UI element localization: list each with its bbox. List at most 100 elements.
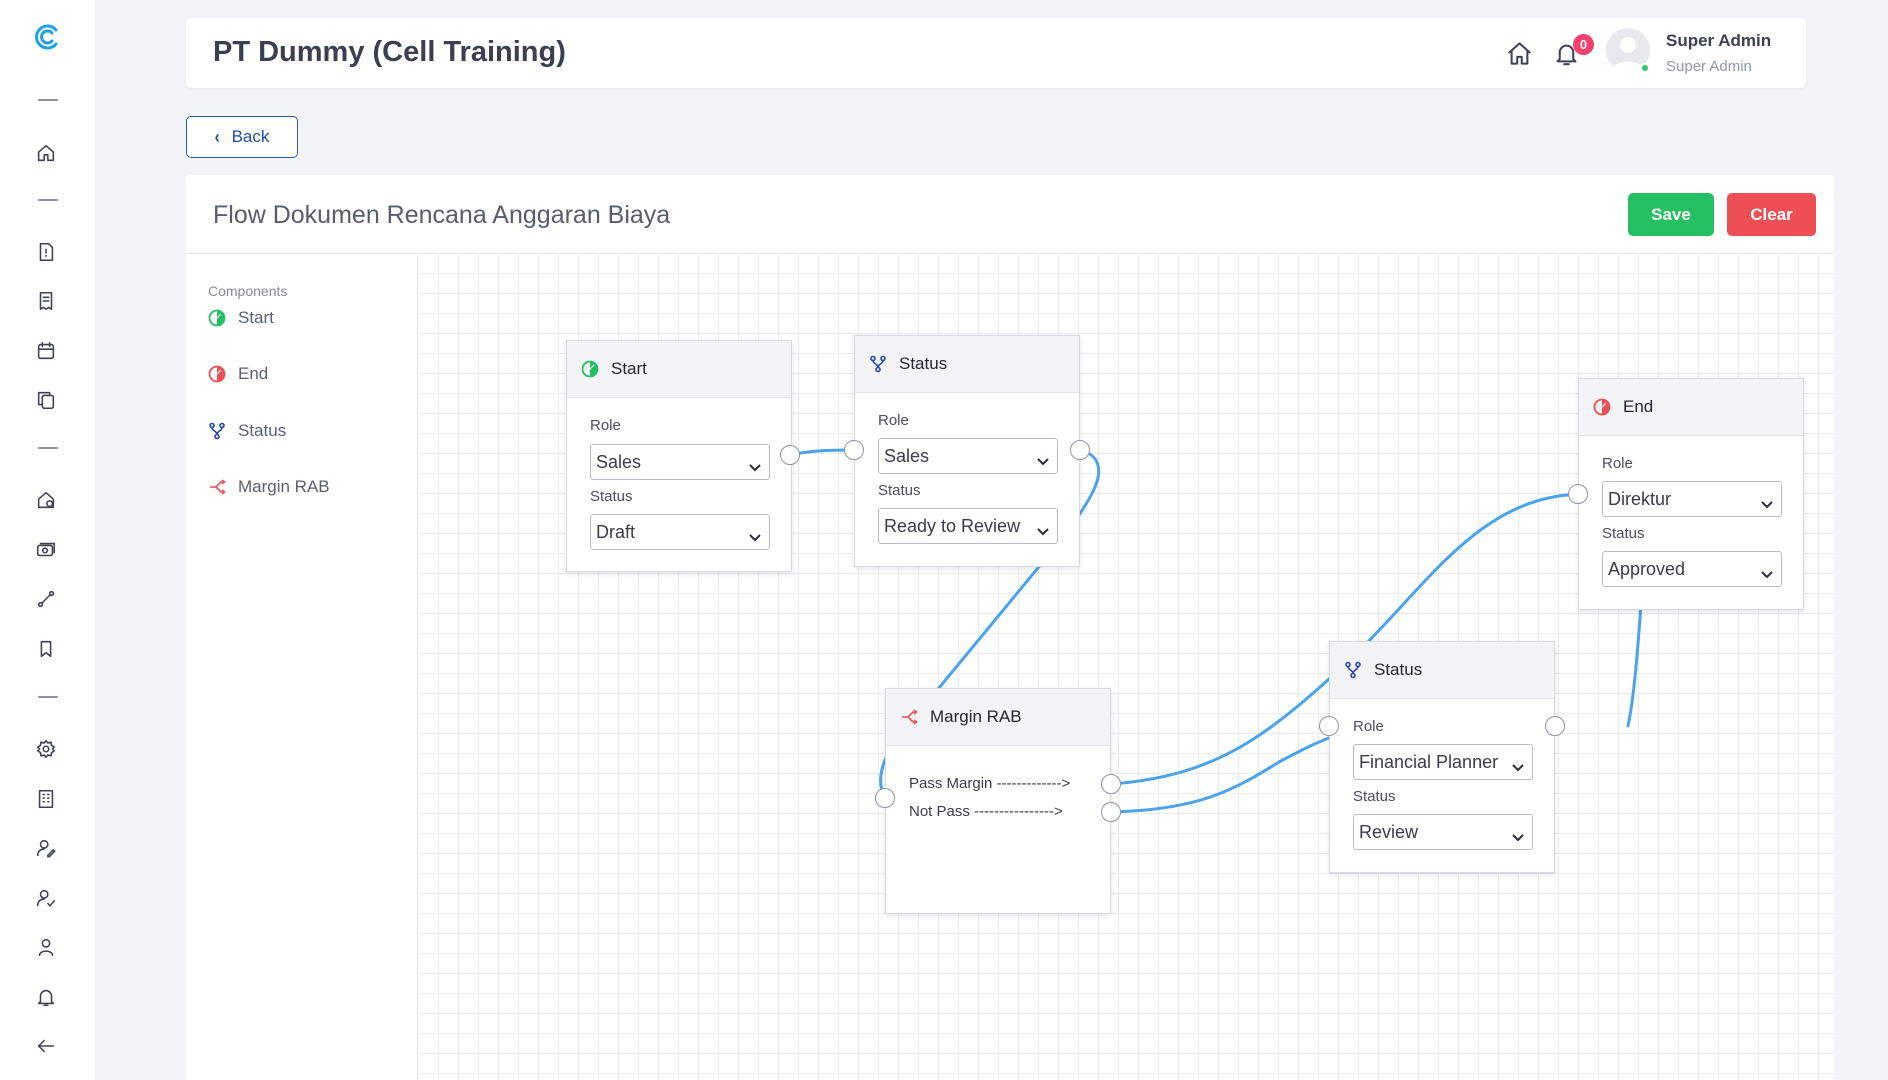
node-title: Status	[899, 354, 948, 373]
components-heading: Components	[208, 283, 288, 299]
flow-editor-card: Flow Dokumen Rencana Anggaran Biaya Save…	[186, 175, 1834, 1080]
user-icon[interactable]	[34, 935, 58, 959]
node-header[interactable]: Status	[855, 336, 1079, 393]
route-icon[interactable]	[34, 587, 58, 611]
status-select[interactable]: Ready to Review	[878, 508, 1058, 544]
component-label: Start	[238, 308, 274, 327]
clear-button[interactable]: Clear	[1727, 193, 1816, 236]
role-select[interactable]: Direktur	[1602, 481, 1782, 517]
status-value: Ready to Review	[884, 515, 1021, 536]
status-value: Draft	[596, 521, 636, 542]
house-user-icon[interactable]	[34, 488, 58, 512]
output-port[interactable]	[1070, 440, 1090, 460]
node-title: Margin RAB	[930, 707, 1022, 726]
status-label: Status	[590, 488, 633, 505]
node-header[interactable]: Status	[1330, 642, 1554, 699]
user-role: Super Admin	[1666, 58, 1752, 75]
flow-title: Flow Dokumen Rencana Anggaran Biaya	[213, 201, 671, 229]
output-port[interactable]	[780, 445, 800, 465]
bell-icon[interactable]	[34, 985, 58, 1009]
output-port[interactable]	[1545, 716, 1565, 736]
input-port[interactable]	[875, 788, 895, 808]
save-button[interactable]: Save	[1628, 193, 1714, 236]
status-label: Status	[878, 482, 921, 499]
building-icon[interactable]	[34, 787, 58, 811]
status-select[interactable]: Review	[1353, 814, 1533, 850]
component-label: End	[238, 364, 269, 383]
sidebar-divider	[38, 696, 58, 698]
user-edit-icon[interactable]	[34, 836, 58, 860]
role-select[interactable]: Financial Planner	[1353, 744, 1533, 780]
pass-margin-output-label: Pass Margin ------------->	[909, 775, 1071, 792]
home-button[interactable]	[1506, 40, 1534, 68]
node-start[interactable]: Start Role Sales Status Draft	[566, 340, 792, 572]
node-header[interactable]: Start	[567, 341, 791, 398]
sidebar-divider	[38, 99, 58, 101]
chevron-down-icon	[1761, 494, 1773, 509]
role-select[interactable]: Sales	[590, 444, 770, 480]
not-pass-port[interactable]	[1101, 802, 1121, 822]
app-logo-icon[interactable]	[32, 22, 62, 52]
sidebar-divider	[38, 447, 58, 449]
back-button[interactable]: ‹ Back	[186, 116, 298, 158]
chevron-down-icon	[749, 457, 761, 472]
home-icon	[1508, 42, 1531, 65]
user-check-icon[interactable]	[34, 886, 58, 910]
component-start[interactable]: Start	[208, 305, 274, 331]
top-header: PT Dummy (Cell Training) 0 Super Admin S…	[186, 18, 1806, 88]
status-value: Review	[1359, 821, 1419, 842]
end-icon	[208, 365, 226, 383]
home-icon[interactable]	[34, 141, 58, 165]
node-status-2[interactable]: Status Role Financial Planner Status Rev…	[1329, 641, 1555, 873]
money-icon[interactable]	[34, 538, 58, 562]
status-icon	[1345, 661, 1361, 679]
arrow-left-icon[interactable]	[34, 1034, 58, 1058]
receipt-icon[interactable]	[34, 289, 58, 313]
input-port[interactable]	[1568, 484, 1588, 504]
back-label: Back	[231, 127, 270, 146]
bookmark-icon[interactable]	[34, 637, 58, 661]
node-header[interactable]: End	[1579, 379, 1803, 436]
end-icon	[1593, 398, 1611, 416]
status-icon	[209, 422, 225, 440]
input-port[interactable]	[844, 440, 864, 460]
role-label: Role	[590, 417, 621, 434]
component-status[interactable]: Status	[208, 418, 286, 444]
node-title: End	[1623, 397, 1654, 416]
node-status-1[interactable]: Status Role Sales Status Ready to Review	[854, 335, 1080, 567]
status-select[interactable]: Approved	[1602, 551, 1782, 587]
copy-icon[interactable]	[34, 388, 58, 412]
role-select[interactable]: Sales	[878, 438, 1058, 474]
component-label: Margin RAB	[238, 477, 330, 496]
user-name: Super Admin	[1666, 31, 1772, 50]
chevron-left-icon: ‹	[214, 126, 220, 148]
gear-icon[interactable]	[34, 737, 58, 761]
input-port[interactable]	[1319, 716, 1339, 736]
chevron-down-icon	[1512, 757, 1524, 772]
role-value: Direktur	[1608, 488, 1672, 509]
pass-margin-port[interactable]	[1101, 774, 1121, 794]
online-status-dot	[1640, 63, 1650, 73]
node-end[interactable]: End Role Direktur Status Approved	[1578, 378, 1804, 610]
margin-rab-icon	[902, 709, 918, 725]
flow-canvas[interactable]: Start Role Sales Status Draft Status Rol…	[419, 254, 1834, 1080]
node-margin-rab[interactable]: Margin RAB Pass Margin -------------> No…	[885, 688, 1111, 914]
status-label: Status	[1353, 788, 1396, 805]
status-icon	[870, 355, 886, 373]
chevron-down-icon	[1512, 827, 1524, 842]
node-title: Start	[611, 359, 647, 378]
component-end[interactable]: End	[208, 361, 268, 387]
status-label: Status	[1602, 525, 1645, 542]
document-alert-icon[interactable]	[34, 240, 58, 264]
role-value: Sales	[596, 451, 642, 472]
role-label: Role	[878, 412, 909, 429]
component-margin-rab[interactable]: Margin RAB	[208, 474, 330, 500]
margin-rab-icon	[210, 479, 226, 495]
components-panel: Components Start End Status Margin RAB	[186, 254, 418, 1080]
status-select[interactable]: Draft	[590, 514, 770, 550]
calendar-icon[interactable]	[34, 339, 58, 363]
sidebar	[0, 0, 96, 1080]
chevron-down-icon	[1037, 451, 1049, 466]
page-title: PT Dummy (Cell Training)	[213, 36, 566, 68]
node-header[interactable]: Margin RAB	[886, 689, 1110, 746]
